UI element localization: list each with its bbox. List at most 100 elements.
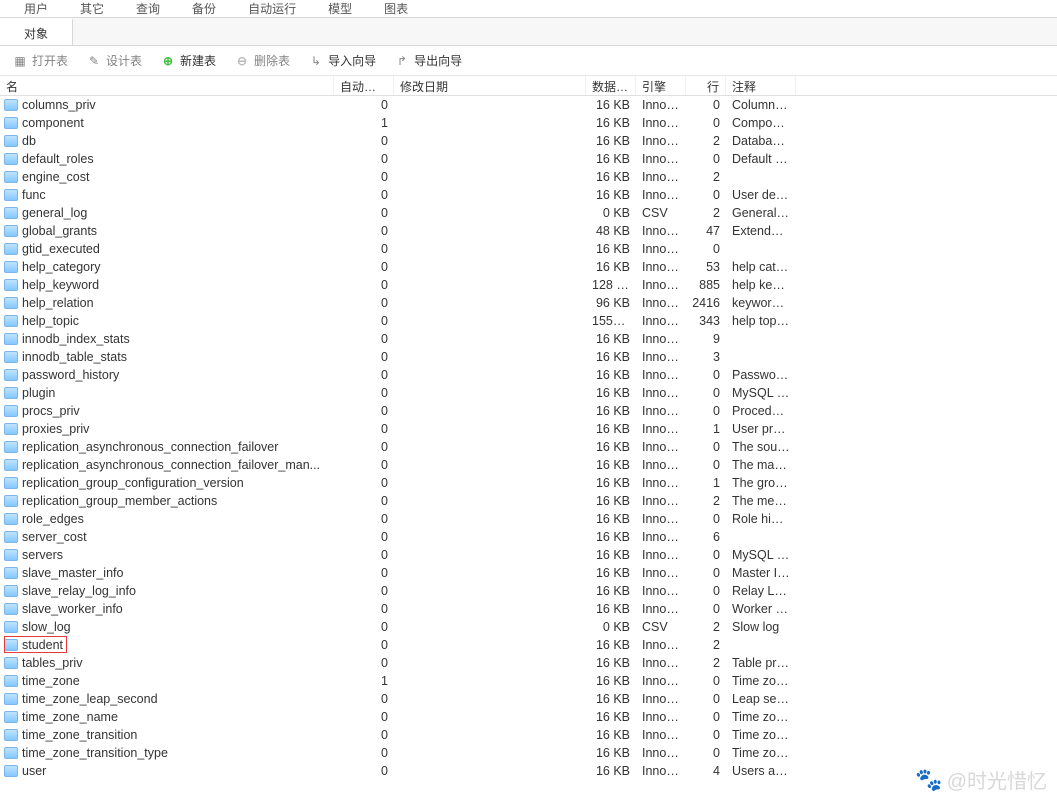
- menu-autorun[interactable]: 自动运行: [232, 0, 312, 17]
- table-row[interactable]: general_log00 KBCSV2General log: [0, 204, 1057, 222]
- cell-engine: InnoDB: [636, 384, 686, 402]
- table-row[interactable]: global_grants048 KBInnoDB47Extended ...: [0, 222, 1057, 240]
- cell-auto: 0: [334, 546, 394, 564]
- cell-engine: InnoDB: [636, 474, 686, 492]
- cell-rows: 0: [686, 402, 726, 420]
- table-row[interactable]: help_relation096 KBInnoDB2416keyword-t..…: [0, 294, 1057, 312]
- tab-objects[interactable]: 对象: [0, 18, 73, 45]
- table-row[interactable]: slave_relay_log_info016 KBInnoDB0Relay L…: [0, 582, 1057, 600]
- table-header: 名 自动递增值 修改日期 数据长... 引擎 行 注释: [0, 76, 1057, 96]
- table-icon: [4, 387, 18, 399]
- table-row[interactable]: servers016 KBInnoDB0MySQL For...: [0, 546, 1057, 564]
- cell-rows: 0: [686, 564, 726, 582]
- table-name-label: proxies_priv: [22, 422, 89, 436]
- cell-auto: 0: [334, 726, 394, 744]
- table-row[interactable]: user016 KBInnoDB4Users and ...: [0, 762, 1057, 780]
- table-row[interactable]: plugin016 KBInnoDB0MySQL plu...: [0, 384, 1057, 402]
- table-row[interactable]: default_roles016 KBInnoDB0Default rol...: [0, 150, 1057, 168]
- cell-engine: InnoDB: [636, 150, 686, 168]
- delete-table-button[interactable]: ⊖ 删除表: [226, 49, 298, 72]
- cell-comment: Worker Inf...: [726, 600, 796, 618]
- table-row[interactable]: replication_group_configuration_version0…: [0, 474, 1057, 492]
- table-name-label: slave_master_info: [22, 566, 123, 580]
- cell-date: [394, 157, 586, 161]
- table-row[interactable]: slow_log00 KBCSV2Slow log: [0, 618, 1057, 636]
- table-row[interactable]: replication_asynchronous_connection_fail…: [0, 456, 1057, 474]
- table-row[interactable]: engine_cost016 KBInnoDB2: [0, 168, 1057, 186]
- cell-engine: InnoDB: [636, 492, 686, 510]
- table-row[interactable]: component116 KBInnoDB0Componen...: [0, 114, 1057, 132]
- table-row[interactable]: db016 KBInnoDB2Database ...: [0, 132, 1057, 150]
- cell-size: 16 KB: [586, 132, 636, 150]
- table-row[interactable]: help_topic01552 ...InnoDB343help topics: [0, 312, 1057, 330]
- table-row[interactable]: time_zone_transition_type016 KBInnoDB0Ti…: [0, 744, 1057, 762]
- menu-chart[interactable]: 图表: [368, 0, 424, 17]
- menu-users[interactable]: 用户: [8, 0, 64, 17]
- cell-size: 16 KB: [586, 258, 636, 276]
- table-row[interactable]: help_category016 KBInnoDB53help categ...: [0, 258, 1057, 276]
- cell-auto: 0: [334, 168, 394, 186]
- column-header-engine[interactable]: 引擎: [636, 76, 686, 95]
- table-row[interactable]: time_zone_transition016 KBInnoDB0Time zo…: [0, 726, 1057, 744]
- table-row[interactable]: slave_worker_info016 KBInnoDB0Worker Inf…: [0, 600, 1057, 618]
- menu-query[interactable]: 查询: [120, 0, 176, 17]
- table-row[interactable]: func016 KBInnoDB0User defin...: [0, 186, 1057, 204]
- table-row[interactable]: help_keyword0128 KBInnoDB885help keyw...: [0, 276, 1057, 294]
- table-icon: [4, 549, 18, 561]
- cell-name: help_category: [0, 258, 334, 276]
- column-header-date[interactable]: 修改日期: [394, 76, 586, 95]
- table-name-label: component: [22, 116, 84, 130]
- menu-model[interactable]: 模型: [312, 0, 368, 17]
- new-table-button[interactable]: ⊕ 新建表: [152, 49, 224, 72]
- table-name-label: replication_group_member_actions: [22, 494, 217, 508]
- table-row[interactable]: replication_group_member_actions016 KBIn…: [0, 492, 1057, 510]
- table-row[interactable]: innodb_index_stats016 KBInnoDB9: [0, 330, 1057, 348]
- cell-size: 16 KB: [586, 510, 636, 528]
- open-table-button[interactable]: ▦ 打开表: [4, 49, 76, 72]
- column-header-size[interactable]: 数据长...: [586, 76, 636, 95]
- cell-rows: 53: [686, 258, 726, 276]
- column-header-name[interactable]: 名: [0, 76, 334, 95]
- cell-auto: 0: [334, 474, 394, 492]
- table-icon: [4, 621, 18, 633]
- cell-auto: 0: [334, 456, 394, 474]
- cell-auto: 0: [334, 312, 394, 330]
- cell-name: component: [0, 114, 334, 132]
- column-header-comment[interactable]: 注释: [726, 76, 796, 95]
- table-name-label: db: [22, 134, 36, 148]
- menu-backup[interactable]: 备份: [176, 0, 232, 17]
- menu-other[interactable]: 其它: [64, 0, 120, 17]
- table-row[interactable]: time_zone116 KBInnoDB0Time zones: [0, 672, 1057, 690]
- cell-comment: Database ...: [726, 132, 796, 150]
- table-name-label: gtid_executed: [22, 242, 100, 256]
- column-header-auto[interactable]: 自动递增值: [334, 76, 394, 95]
- table-icon: [4, 531, 18, 543]
- table-row[interactable]: gtid_executed016 KBInnoDB0: [0, 240, 1057, 258]
- table-row[interactable]: role_edges016 KBInnoDB0Role hierar...: [0, 510, 1057, 528]
- table-row[interactable]: tables_priv016 KBInnoDB2Table privil...: [0, 654, 1057, 672]
- table-row[interactable]: time_zone_name016 KBInnoDB0Time zone ...: [0, 708, 1057, 726]
- table-name-label: time_zone: [22, 674, 80, 688]
- table-row[interactable]: proxies_priv016 KBInnoDB1User proxy...: [0, 420, 1057, 438]
- table-row[interactable]: innodb_table_stats016 KBInnoDB3: [0, 348, 1057, 366]
- cell-engine: CSV: [636, 204, 686, 222]
- table-row[interactable]: replication_asynchronous_connection_fail…: [0, 438, 1057, 456]
- column-header-rows[interactable]: 行: [686, 76, 726, 95]
- table-row[interactable]: time_zone_leap_second016 KBInnoDB0Leap s…: [0, 690, 1057, 708]
- design-table-button[interactable]: ✎ 设计表: [78, 49, 150, 72]
- table-icon: [4, 243, 18, 255]
- cell-auto: 0: [334, 222, 394, 240]
- cell-date: [394, 445, 586, 449]
- cell-size: 16 KB: [586, 420, 636, 438]
- table-row[interactable]: server_cost016 KBInnoDB6: [0, 528, 1057, 546]
- export-wizard-button[interactable]: ↱ 导出向导: [386, 49, 470, 72]
- table-row[interactable]: procs_priv016 KBInnoDB0Procedure ...: [0, 402, 1057, 420]
- import-wizard-button[interactable]: ↳ 导入向导: [300, 49, 384, 72]
- watermark-text: @时光惜忆: [947, 765, 1047, 794]
- table-row[interactable]: columns_priv016 KBInnoDB0Column pri...: [0, 96, 1057, 114]
- cell-engine: InnoDB: [636, 132, 686, 150]
- table-row[interactable]: student016 KBInnoDB2: [0, 636, 1057, 654]
- table-row[interactable]: password_history016 KBInnoDB0Password ..…: [0, 366, 1057, 384]
- table-row[interactable]: slave_master_info016 KBInnoDB0Master Inf…: [0, 564, 1057, 582]
- cell-date: [394, 751, 586, 755]
